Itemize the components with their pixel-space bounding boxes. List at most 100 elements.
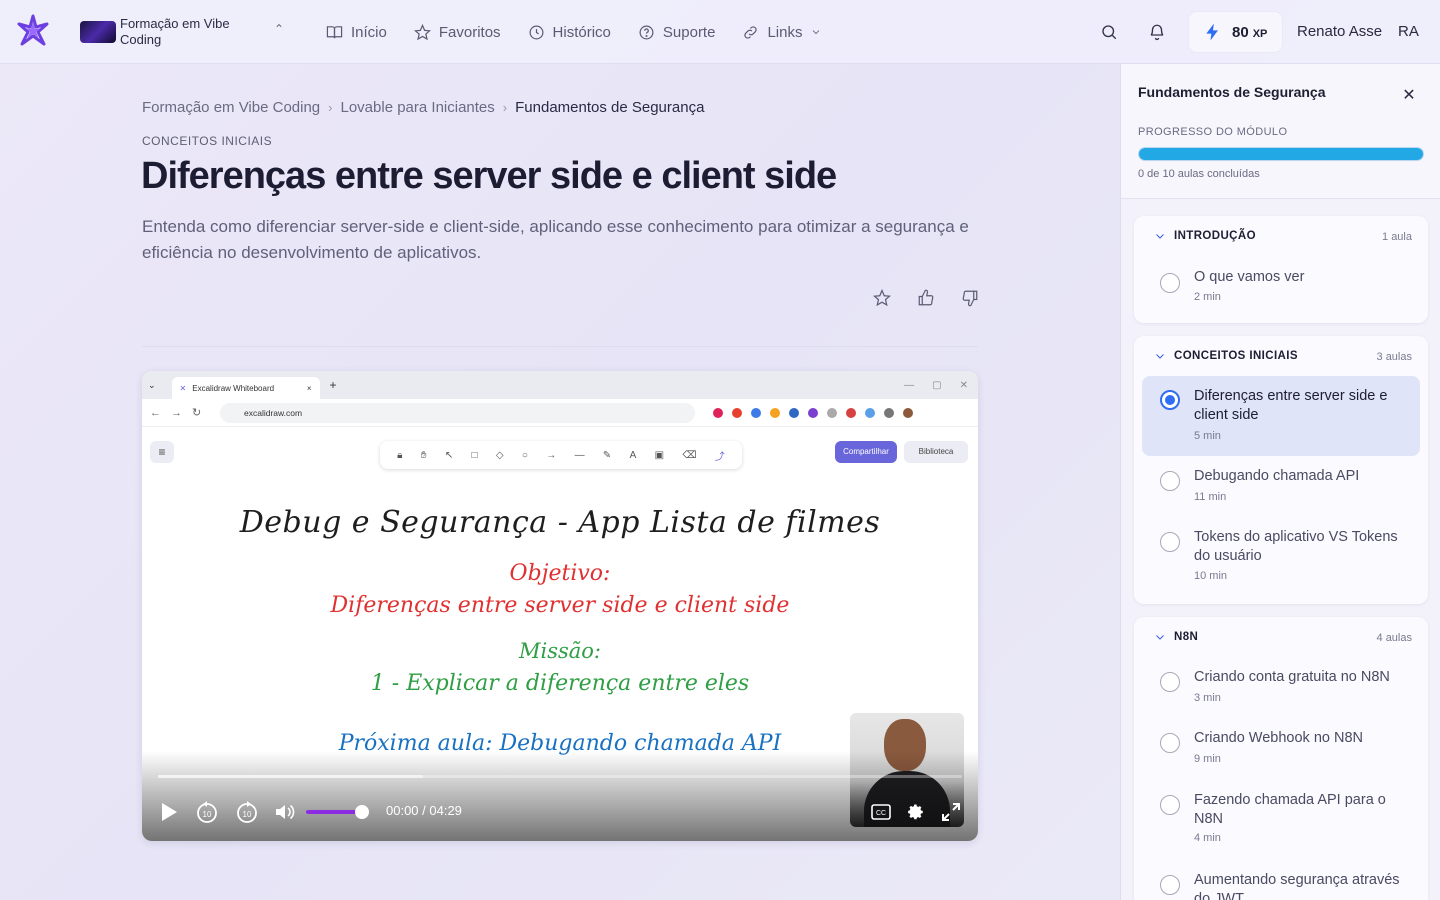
window-controls: — ▢ ✕ [904,379,968,391]
lesson-title: O que vamos ver [1194,269,1305,285]
library-label: Biblioteca [904,441,968,463]
course-name: Formação em Vibe Coding [120,16,230,47]
lesson-title: Fazendo chamada API para o N8N [1194,792,1386,827]
progress-bar [1138,147,1424,161]
notifications-button[interactable] [1145,20,1169,44]
module-name: INTRODUÇÃO [1174,230,1256,242]
rewind-button[interactable]: 10 [194,799,220,825]
browser-nav-icons: ←→↻ [150,407,212,419]
fullscreen-button[interactable] [940,801,962,823]
search-icon [1102,25,1117,40]
module-name: N8N [1174,631,1199,643]
lesson-item[interactable]: Debugando chamada API 11 min [1142,456,1420,516]
board-objective: Diferenças entre server side e client si… [330,593,790,618]
video-address-bar: ←→↻ excalidraw.com [142,399,978,427]
settings-button[interactable] [905,801,927,823]
menu-icon: ≡ [150,441,174,463]
logo-icon[interactable] [16,14,50,48]
book-icon [326,25,343,38]
nav-historico[interactable]: Histórico [528,20,611,44]
lesson-duration: 10 min [1194,570,1228,582]
top-bar: Formação em Vibe Coding ⌃ Início Favorit… [0,0,1440,64]
module-card: INTRODUÇÃO 1 aula O que vamos ver 2 min [1134,216,1428,323]
sidebar-header: Fundamentos de Segurança ✕ PROGRESSO DO … [1121,64,1440,199]
lesson-description: Entenda como diferenciar server-side e c… [142,217,969,262]
lesson-duration: 11 min [1194,491,1227,503]
svg-text:10: 10 [203,810,212,819]
extension-icons [713,407,913,418]
lesson-actions [872,288,1004,308]
breadcrumb-course[interactable]: Formação em Vibe Coding [142,99,320,116]
nav-favoritos[interactable]: Favoritos [413,20,501,44]
course-thumbnail [80,21,116,43]
captions-button[interactable]: CC [870,801,892,823]
lesson-item[interactable]: Criando conta gratuita no N8N 3 min [1142,657,1420,718]
sidebar-title: Fundamentos de Segurança [1138,84,1326,100]
plus-icon: + [329,378,337,392]
module-count: 4 aulas [1376,632,1412,644]
favorite-button[interactable] [872,288,892,308]
forward-button[interactable]: 10 [234,799,260,825]
module-name: CONCEITOS INICIAIS [1174,350,1298,362]
lesson-item[interactable]: Fazendo chamada API para o N8N 4 min [1142,780,1420,860]
lesson-radio [1160,672,1180,692]
thumbs-down-icon [962,290,978,307]
progress-text: 0 de 10 aulas concluídas [1138,168,1260,180]
seek-buffered [158,775,424,778]
nav-label: Suporte [662,23,716,41]
breadcrumb-current: Fundamentos de Segurança [515,99,705,116]
gear-icon [908,804,923,820]
star-icon [873,289,891,307]
play-icon [162,803,177,821]
thumbs-up-icon [918,289,934,306]
chevron-updown-icon: ⌃ [273,22,284,36]
search-button[interactable] [1097,20,1121,44]
board-mission-label: Missão: [518,639,601,663]
volume-button[interactable] [274,801,296,823]
volume-slider[interactable] [306,805,369,819]
lesson-title: Diferenças entre server side e client si… [1194,388,1388,423]
module-header[interactable]: CONCEITOS INICIAIS 3 aulas [1134,336,1428,376]
xp-badge[interactable]: 80 XP [1189,12,1282,52]
excalidraw-toolbar: 🔒︎ ✋︎ ↖ □ ◇ ○ → — ✎ A ▣ ⌫ ⤴ [380,441,742,469]
lesson-title: Criando Webhook no N8N [1194,730,1363,746]
history-icon [529,25,544,39]
breadcrumb-track[interactable]: Lovable para Iniciantes [341,99,495,116]
volume-fill [306,810,362,814]
volume-knob[interactable] [354,805,369,819]
avatar[interactable]: RA [1398,23,1419,40]
lesson-item[interactable]: O que vamos ver 2 min [1142,256,1420,314]
lesson-item[interactable]: Criando Webhook no N8N 9 min [1142,718,1420,780]
dislike-button[interactable] [960,288,980,308]
link-icon [744,25,758,39]
close-icon[interactable]: ✕ [1399,86,1419,106]
star-icon [413,23,431,40]
lesson-radio [1160,532,1180,552]
board-mission: 1 - Explicar a diferença entre eles [370,671,750,696]
nav-links[interactable]: Links [742,20,830,44]
user-name[interactable]: Renato Asse [1297,23,1382,40]
lesson-radio [1160,390,1180,410]
lesson-title: Tokens do aplicativo VS Tokens do usuári… [1194,529,1398,564]
volume-icon [276,804,295,820]
lesson-item[interactable]: Aumentando segurança através do JWT [1142,860,1420,900]
svg-text:10: 10 [243,810,252,819]
lesson-radio [1160,273,1180,293]
lesson-item[interactable]: Tokens do aplicativo VS Tokens do usuári… [1142,516,1420,598]
like-button[interactable] [916,288,936,308]
video-player[interactable]: ⌄ ✕ Excalidraw Whiteboard × + — ▢ ✕ ←→↻ ex… [142,371,978,841]
module-header[interactable]: INTRODUÇÃO 1 aula [1134,216,1428,256]
lesson-duration: 9 min [1194,753,1221,765]
nav-inicio[interactable]: Início [326,20,387,44]
lesson-item-active[interactable]: Diferenças entre server side e client si… [1142,376,1420,456]
module-header[interactable]: N8N 4 aulas [1134,617,1428,657]
nav-label: Links [767,23,803,41]
module-card: CONCEITOS INICIAIS 3 aulas Diferenças en… [1134,336,1428,604]
lesson-duration: 3 min [1194,692,1221,704]
nav-label: Favoritos [438,23,501,41]
play-button[interactable] [158,801,180,823]
course-switcher[interactable]: Formação em Vibe Coding ⌃ [80,14,290,50]
xp-value: 80 [1232,23,1249,41]
seek-bar[interactable] [158,775,962,778]
nav-suporte[interactable]: Suporte [638,20,716,44]
